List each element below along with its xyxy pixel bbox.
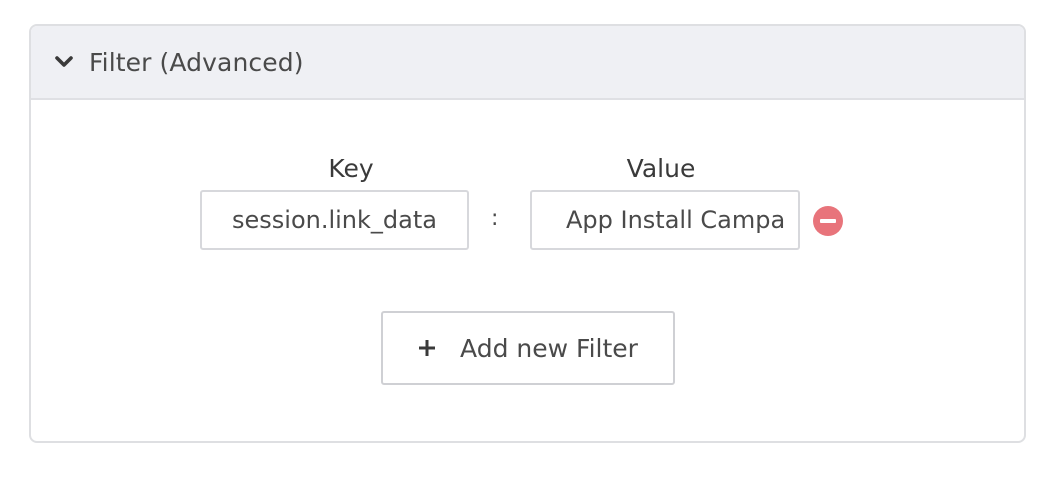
panel-title: Filter (Advanced) xyxy=(89,47,304,77)
add-new-filter-label: Add new Filter xyxy=(460,333,638,363)
panel-header-toggle[interactable]: Filter (Advanced) xyxy=(31,26,1024,100)
key-column-label: Key xyxy=(328,154,374,183)
filter-advanced-panel: Filter (Advanced) Key Value : Add new Fi… xyxy=(29,24,1026,443)
value-column-label: Value xyxy=(626,154,696,183)
filter-key-input[interactable] xyxy=(200,190,469,250)
minus-circle-icon xyxy=(820,219,836,223)
key-value-separator: : xyxy=(491,206,499,231)
add-new-filter-button[interactable]: Add new Filter xyxy=(381,311,675,385)
chevron-down-icon xyxy=(53,51,75,73)
filter-value-input[interactable] xyxy=(530,190,800,250)
remove-filter-button[interactable] xyxy=(813,206,843,236)
plus-icon xyxy=(418,333,436,363)
